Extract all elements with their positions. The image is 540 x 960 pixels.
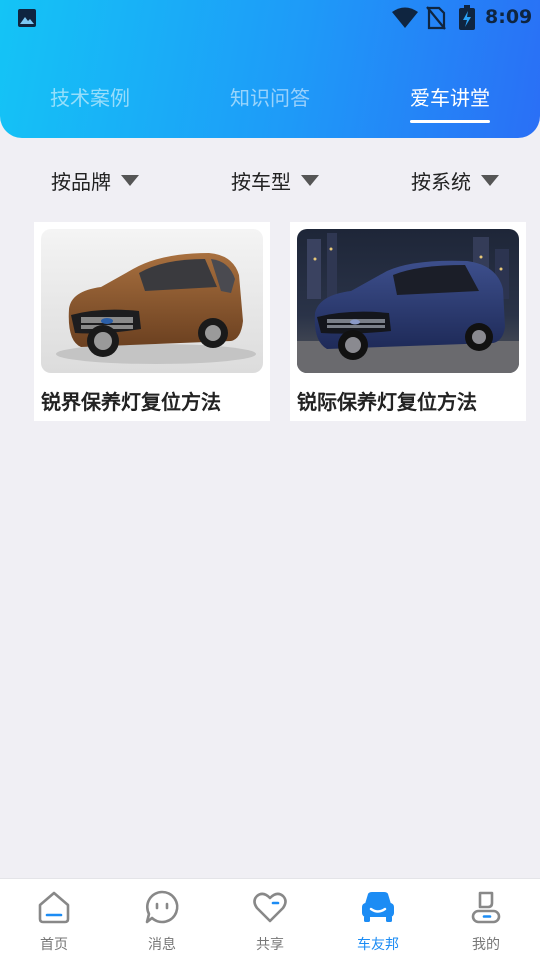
filter-system[interactable]: 按系统 (411, 160, 499, 200)
nav-label: 首页 (40, 937, 68, 953)
article-card[interactable]: 锐界保养灯复位方法 (34, 222, 270, 421)
nav-share[interactable]: 共享 (216, 879, 324, 960)
nav-home[interactable]: 首页 (0, 879, 108, 960)
tab-technical-cases[interactable]: 技术案例 (30, 80, 150, 116)
wifi-icon (392, 7, 418, 28)
nav-label: 我的 (472, 937, 500, 953)
filter-bar: 按品牌 按车型 按系统 (0, 160, 540, 200)
blue-suv-photo (297, 229, 519, 373)
filter-label: 按品牌 (51, 169, 111, 194)
nav-messages[interactable]: 消息 (108, 879, 216, 960)
tab-knowledge-qa[interactable]: 知识问答 (210, 80, 330, 116)
gallery-icon (18, 9, 36, 27)
nav-car-club[interactable]: 车友邦 (324, 879, 432, 960)
header: 8:09 技术案例 知识问答 爱车讲堂 (0, 0, 540, 138)
tab-car-lecture[interactable]: 爱车讲堂 (390, 80, 510, 123)
bronze-suv-photo (41, 229, 263, 373)
message-icon (145, 890, 179, 924)
nav-label: 消息 (148, 937, 176, 953)
caret-down-icon (481, 174, 499, 186)
nav-profile[interactable]: 我的 (432, 879, 540, 960)
caret-down-icon (301, 174, 319, 186)
caret-down-icon (121, 174, 139, 186)
filter-label: 按车型 (231, 169, 291, 194)
status-bar: 8:09 (0, 0, 540, 36)
filter-label: 按系统 (411, 169, 471, 194)
filter-brand[interactable]: 按品牌 (51, 160, 139, 200)
profile-icon (471, 891, 501, 924)
no-sim-icon (426, 6, 446, 30)
car-icon (362, 892, 394, 922)
bottom-nav: 首页 消息 共享 车友邦 我的 (0, 878, 540, 960)
article-card[interactable]: 锐际保养灯复位方法 (290, 222, 526, 421)
article-title: 锐界保养灯复位方法 (41, 390, 221, 414)
article-title: 锐际保养灯复位方法 (297, 390, 477, 414)
article-thumbnail (297, 229, 519, 373)
tab-bar: 技术案例 知识问答 爱车讲堂 (0, 80, 540, 124)
filter-model[interactable]: 按车型 (231, 160, 319, 200)
battery-charging-icon (459, 5, 475, 30)
nav-label: 共享 (256, 937, 284, 953)
tab-label: 技术案例 (50, 86, 130, 110)
nav-label: 车友邦 (357, 937, 399, 953)
heart-icon (253, 892, 287, 923)
status-time: 8:09 (485, 6, 533, 28)
tab-label: 爱车讲堂 (410, 86, 490, 110)
tab-label: 知识问答 (230, 86, 310, 110)
active-tab-indicator (410, 120, 490, 123)
home-icon (38, 891, 70, 924)
article-thumbnail (41, 229, 263, 373)
